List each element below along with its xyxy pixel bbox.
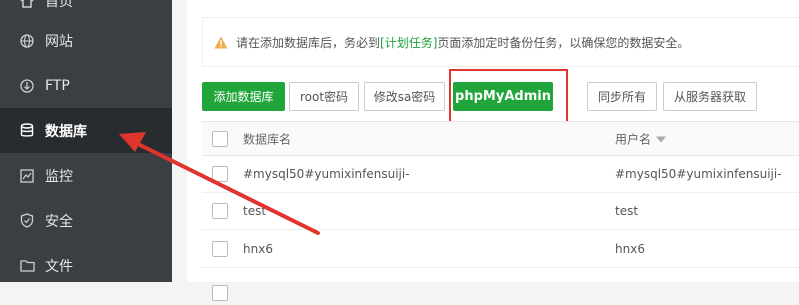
globe-icon — [19, 33, 35, 49]
table-row — [202, 268, 799, 305]
sidebar-item-label: 网站 — [45, 33, 73, 50]
sort-down-icon[interactable] — [656, 136, 667, 143]
db-name-cell: #mysql50#yumixinfensuiji- — [243, 167, 410, 181]
folder-icon — [19, 258, 35, 274]
ftp-icon — [19, 78, 35, 94]
cron-task-link[interactable]: [计划任务] — [380, 34, 437, 51]
row-checkbox[interactable] — [212, 166, 228, 182]
notice-text-suffix: 页面添加定时备份任务，以确保您的数据安全。 — [437, 35, 690, 50]
sidebar-item-website[interactable]: 网站 — [0, 18, 172, 63]
row-checkbox[interactable] — [212, 203, 228, 219]
shield-icon — [19, 213, 35, 229]
username-cell: #mysql50#yumixinfensuiji- — [615, 167, 782, 181]
select-all-checkbox[interactable] — [212, 130, 228, 147]
sidebar-item-label: 监控 — [45, 168, 73, 185]
sidebar-item-label: 首页 — [45, 0, 73, 10]
sidebar-item-ftp[interactable]: FTP — [0, 63, 172, 108]
row-checkbox[interactable] — [212, 284, 228, 301]
warning-icon — [214, 36, 228, 49]
sidebar-item-security[interactable]: 安全 — [0, 198, 172, 243]
row-checkbox[interactable] — [212, 241, 228, 257]
column-header-db-name[interactable]: 数据库名 — [243, 130, 291, 147]
sidebar-item-label: FTP — [45, 77, 70, 94]
db-name-cell: hnx6 — [243, 242, 273, 256]
home-icon — [19, 0, 35, 9]
sidebar-item-label: 安全 — [45, 213, 73, 230]
username-cell: test — [615, 204, 639, 218]
add-database-button[interactable]: 添加数据库 — [202, 82, 285, 111]
sidebar-item-label: 数据库 — [45, 123, 87, 140]
sync-all-button[interactable]: 同步所有 — [587, 82, 657, 111]
notice-text-prefix: 请在添加数据库后，务必到 — [236, 35, 381, 50]
sidebar-item-label: 文件 — [45, 258, 73, 275]
sidebar-item-database[interactable]: 数据库 — [0, 108, 172, 153]
root-password-button[interactable]: root密码 — [289, 82, 359, 111]
fetch-from-server-button[interactable]: 从服务器获取 — [663, 82, 757, 111]
table-header: 数据库名 用户名 — [202, 121, 799, 156]
change-sa-password-button[interactable]: 修改sa密码 — [364, 82, 445, 111]
backup-notice: 请在添加数据库后，务必到 [计划任务] 页面添加定时备份任务，以确保您的数据安全。 — [202, 17, 799, 67]
sidebar: 首页 网站 FTP 数据库 监控 安全 文件 — [0, 0, 172, 282]
table-row: test test — [202, 193, 799, 230]
column-header-username-label: 用户名 — [615, 132, 652, 146]
sidebar-item-files[interactable]: 文件 — [0, 243, 172, 288]
table-row: #mysql50#yumixinfensuiji- #mysql50#yumix… — [202, 156, 799, 193]
table-row: hnx6 hnx6 — [202, 231, 799, 268]
monitor-icon — [19, 168, 35, 184]
db-name-cell: test — [243, 204, 267, 218]
main-panel: 请在添加数据库后，务必到 [计划任务] 页面添加定时备份任务，以确保您的数据安全。 … — [187, 0, 799, 301]
database-icon — [19, 123, 35, 139]
sidebar-item-monitor[interactable]: 监控 — [0, 153, 172, 198]
column-header-username[interactable]: 用户名 — [615, 130, 667, 147]
username-cell: hnx6 — [615, 242, 645, 256]
phpmyadmin-highlight-box — [449, 69, 568, 124]
